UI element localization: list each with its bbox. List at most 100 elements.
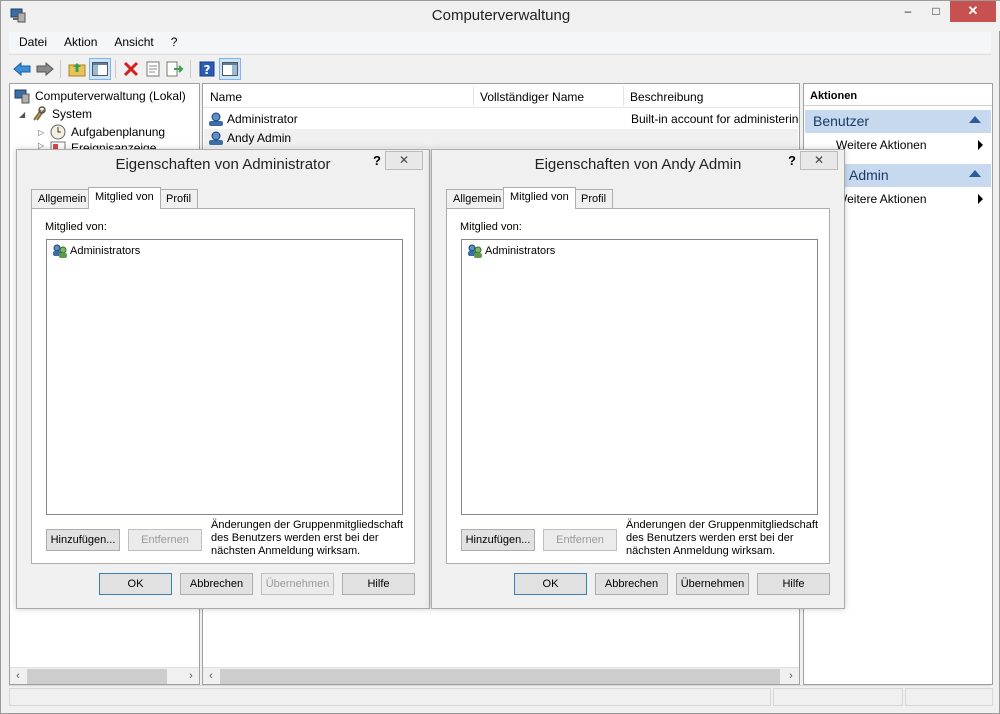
column-name[interactable]: Name	[210, 90, 242, 104]
show-hide-tree-button[interactable]	[89, 58, 111, 80]
group-icon	[468, 244, 482, 258]
tree-item-system[interactable]: ◢ System	[19, 105, 92, 123]
cancel-button[interactable]: Abbrechen	[595, 573, 668, 595]
table-row[interactable]: Administrator Built-in account for admin…	[204, 110, 799, 129]
cancel-button[interactable]: Abbrechen	[180, 573, 253, 595]
scroll-thumb[interactable]	[27, 669, 167, 684]
menu-help[interactable]: ?	[161, 32, 185, 49]
member-list[interactable]: Administrators	[46, 239, 403, 515]
tab-page: Mitglied von: Administrators Hinzufügen.…	[446, 208, 830, 564]
tab-mitglied-von[interactable]: Mitglied von	[88, 187, 161, 209]
scroll-left-icon[interactable]: ‹	[11, 670, 25, 684]
delete-icon	[123, 61, 139, 77]
row-name: Andy Admin	[227, 131, 292, 145]
member-of-label: Mitglied von:	[45, 221, 107, 233]
scroll-thumb[interactable]	[220, 669, 780, 684]
dialog-close-button[interactable]: ✕	[385, 151, 423, 170]
column-description[interactable]: Beschreibung	[630, 90, 703, 104]
window-title: Computerverwaltung	[431, 7, 571, 24]
svg-text:?: ?	[204, 63, 211, 77]
ok-button[interactable]: OK	[99, 573, 172, 595]
menu-bar: Datei Aktion Ansicht?	[9, 32, 991, 53]
properties-button[interactable]	[142, 58, 164, 80]
dialog-help-button[interactable]: ?	[788, 153, 796, 168]
tab-allgemein[interactable]: Allgemein	[31, 189, 94, 208]
add-button[interactable]: Hinzufügen...	[46, 529, 120, 551]
user-icon	[209, 131, 223, 145]
remove-button[interactable]: Entfernen	[543, 529, 617, 551]
delete-button[interactable]	[120, 58, 142, 80]
submenu-arrow-icon	[978, 194, 983, 204]
collapse-icon[interactable]	[969, 170, 981, 177]
dialog-close-button[interactable]: ✕	[800, 151, 838, 170]
row-name: Administrator	[227, 112, 298, 126]
status-cell	[773, 688, 903, 706]
apply-button[interactable]: Übernehmen	[261, 573, 334, 595]
actions-group-title: Benutzer	[813, 113, 870, 129]
list-item[interactable]: Administrators	[52, 243, 140, 259]
add-button[interactable]: Hinzufügen...	[461, 529, 535, 551]
list-header: Name Vollständiger Name Beschreibung	[203, 84, 799, 108]
show-hide-tree-icon	[92, 62, 108, 76]
scroll-right-icon[interactable]: ›	[184, 670, 198, 684]
actions-item-label: Weitere Aktionen	[836, 138, 927, 152]
forward-icon	[36, 62, 54, 76]
clock-icon	[50, 124, 66, 140]
action-pane-icon	[222, 62, 238, 76]
ok-button[interactable]: OK	[514, 573, 587, 595]
actions-group-benutzer[interactable]: Benutzer	[805, 110, 991, 133]
dialog-title: Eigenschaften von Andy Admin	[534, 156, 742, 173]
export-button[interactable]	[164, 58, 186, 80]
close-button[interactable]: ✕	[950, 1, 996, 22]
remove-button[interactable]: Entfernen	[128, 529, 202, 551]
tree-item-root[interactable]: Computerverwaltung (Lokal)	[14, 87, 186, 105]
properties-icon	[146, 61, 160, 77]
menu-aktion[interactable]: Aktion	[54, 32, 104, 49]
scroll-right-icon[interactable]: ›	[784, 670, 798, 684]
member-of-label: Mitglied von:	[460, 221, 522, 233]
tab-page: Mitglied von: Administrators Hinzufügen.…	[31, 208, 415, 564]
back-button[interactable]	[11, 58, 33, 80]
collapse-icon[interactable]: ◢	[19, 110, 31, 119]
help-icon: ?	[199, 61, 215, 77]
maximize-button[interactable]: □	[923, 1, 949, 22]
tree-horizontal-scrollbar[interactable]: ‹ ›	[10, 667, 199, 684]
list-horizontal-scrollbar[interactable]: ‹ ›	[203, 667, 799, 684]
help-dialog-button[interactable]: Hilfe	[757, 573, 830, 595]
export-icon	[166, 61, 184, 77]
action-pane-button[interactable]	[219, 58, 241, 80]
row-description: Built-in account for administering	[631, 112, 799, 126]
up-folder-button[interactable]	[66, 58, 88, 80]
status-cell	[905, 688, 993, 706]
expand-icon[interactable]: ▷	[38, 128, 50, 137]
collapse-icon[interactable]	[969, 116, 981, 123]
member-list[interactable]: Administrators	[461, 239, 818, 515]
tree-item-label: Aufgabenplanung	[71, 125, 166, 139]
properties-dialog-andy-admin: Eigenschaften von Andy Admin ? ✕ Allgeme…	[431, 149, 845, 609]
help-dialog-button[interactable]: Hilfe	[342, 573, 415, 595]
membership-note: Änderungen der Gruppenmitgliedschaft des…	[211, 519, 404, 557]
properties-dialog-administrator: Eigenschaften von Administrator ? ✕ Allg…	[16, 149, 430, 609]
tree-item-aufgabenplanung[interactable]: ▷ Aufgabenplanung	[38, 123, 165, 141]
up-folder-icon	[68, 63, 86, 77]
scroll-left-icon[interactable]: ‹	[204, 670, 218, 684]
help-button[interactable]: ?	[196, 58, 218, 80]
member-name: Administrators	[485, 245, 556, 257]
column-fullname[interactable]: Vollständiger Name	[480, 90, 584, 104]
tools-icon	[33, 106, 46, 121]
group-icon	[53, 244, 67, 258]
tab-allgemein[interactable]: Allgemein	[446, 189, 509, 208]
toolbar-separator	[190, 60, 191, 78]
tab-profil[interactable]: Profil	[574, 189, 614, 208]
toolbar-separator	[60, 60, 61, 78]
tab-profil[interactable]: Profil	[159, 189, 199, 208]
menu-datei[interactable]: Datei	[9, 32, 54, 49]
apply-button[interactable]: Übernehmen	[676, 573, 749, 595]
dialog-help-button[interactable]: ?	[373, 153, 381, 168]
list-item[interactable]: Administrators	[467, 243, 555, 259]
table-row[interactable]: Andy Admin	[204, 129, 798, 148]
tab-mitglied-von[interactable]: Mitglied von	[503, 187, 576, 209]
forward-button[interactable]	[34, 58, 56, 80]
minimize-button[interactable]: ‒	[895, 1, 921, 22]
menu-ansicht[interactable]: Ansicht	[104, 32, 160, 49]
